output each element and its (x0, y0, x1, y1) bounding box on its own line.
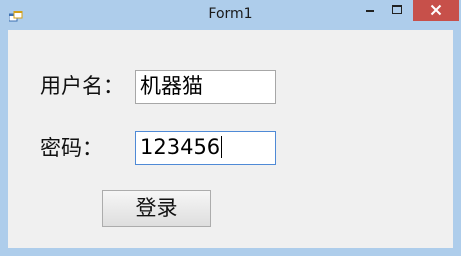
username-field[interactable]: 机器猫 (135, 70, 276, 104)
password-field[interactable]: 123456 (135, 131, 276, 165)
username-label: 用户名： (40, 74, 124, 98)
form-client-area: 用户名： 机器猫 密码： 123456 登录 (8, 30, 453, 248)
text-caret (221, 136, 223, 158)
maximize-icon (392, 5, 402, 14)
login-button[interactable]: 登录 (102, 190, 211, 227)
app-window: Form1 用户名： 机器猫 密码： 123456 登录 (0, 0, 461, 256)
password-label: 密码： (40, 136, 103, 160)
close-icon (430, 4, 442, 16)
title-bar[interactable]: Form1 (0, 0, 461, 30)
minimize-icon (366, 10, 374, 12)
close-button[interactable] (413, 0, 459, 21)
minimize-button[interactable] (357, 0, 383, 21)
maximize-button[interactable] (384, 0, 410, 21)
password-value: 123456 (140, 135, 221, 159)
